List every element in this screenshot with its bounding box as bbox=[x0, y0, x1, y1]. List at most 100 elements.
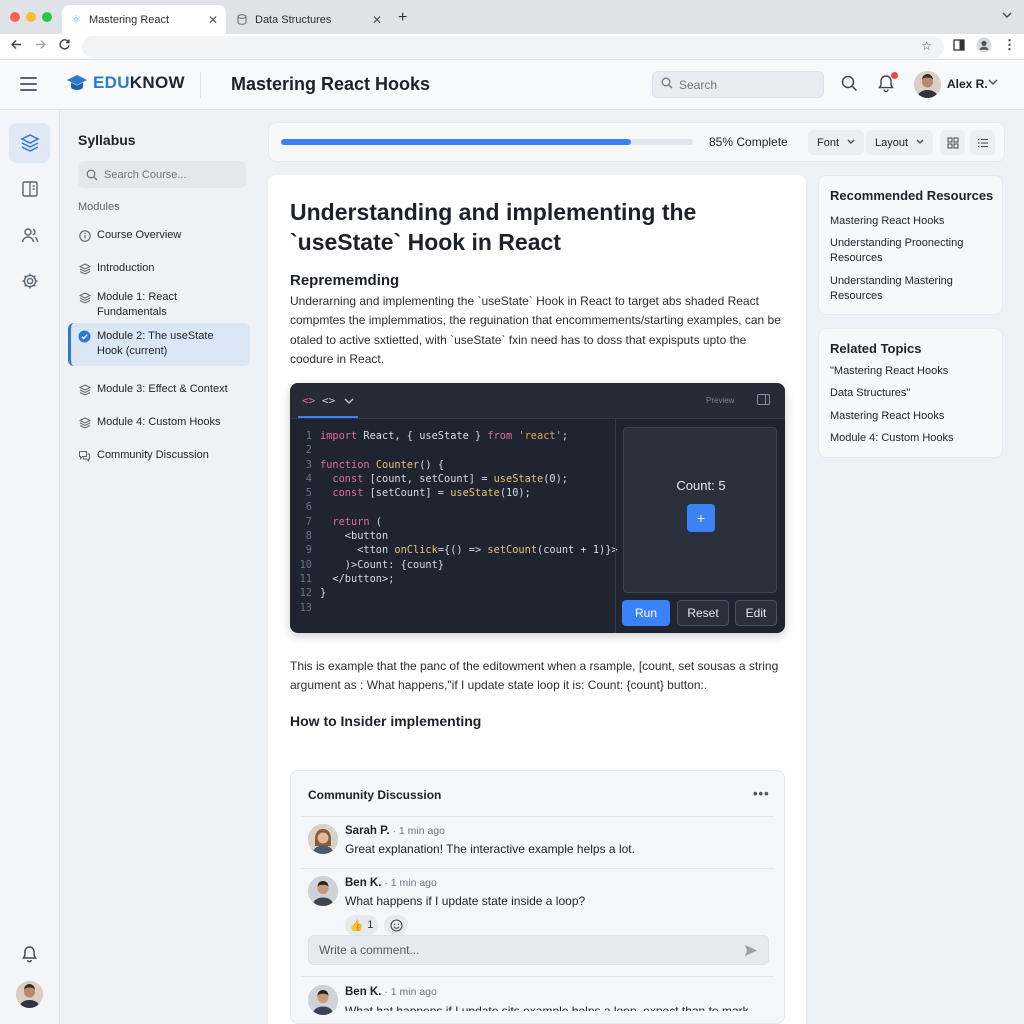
browser-menu-icon[interactable]: ⋮ bbox=[1003, 37, 1016, 53]
edit-button[interactable]: Edit bbox=[735, 600, 777, 626]
thumbs-up-icon: 👍 bbox=[349, 919, 364, 932]
close-tab-icon[interactable]: ✕ bbox=[208, 13, 218, 27]
modules-label: Modules bbox=[78, 201, 120, 213]
close-window-button[interactable] bbox=[10, 12, 20, 22]
users-icon bbox=[21, 228, 38, 243]
database-icon bbox=[236, 14, 248, 26]
discussion-title: Community Discussion bbox=[308, 788, 442, 802]
url-input[interactable]: ☆ bbox=[82, 36, 944, 58]
code-icon[interactable]: <> bbox=[302, 394, 315, 407]
syllabus-item-label: Module 1: React Fundamentals bbox=[97, 291, 178, 318]
user-avatar[interactable] bbox=[914, 71, 941, 98]
layout-dropdown[interactable]: Layout bbox=[866, 130, 934, 155]
tab-menu-chevron-icon[interactable] bbox=[1002, 10, 1012, 22]
search-icon[interactable] bbox=[841, 75, 858, 97]
comment-input[interactable]: Write a comment... bbox=[308, 935, 769, 965]
related-topic-link[interactable]: "Mastering React Hooks bbox=[830, 364, 995, 379]
chat-icon bbox=[78, 449, 91, 462]
like-reaction-button[interactable]: 👍 1 bbox=[345, 915, 378, 935]
bell-icon bbox=[22, 946, 37, 963]
course-search-input[interactable]: Search Course... bbox=[78, 161, 246, 188]
info-icon bbox=[78, 229, 91, 242]
line-number: 13 bbox=[299, 601, 312, 614]
syllabus-item-label: Module 2: The useState Hook (current) bbox=[97, 330, 214, 357]
more-options-icon[interactable]: ••• bbox=[753, 786, 770, 801]
syllabus-item-module-1[interactable]: Module 1: React Fundamentals bbox=[68, 284, 250, 326]
run-button[interactable]: Run bbox=[622, 600, 670, 626]
rail-notes-button[interactable] bbox=[9, 169, 50, 209]
code-line: 4 const [count, setCount] = useState (0); bbox=[290, 472, 615, 486]
code-token: () { bbox=[419, 458, 445, 471]
commenter-avatar bbox=[308, 824, 338, 854]
list-view-button[interactable] bbox=[970, 130, 995, 155]
code-token: onClick bbox=[394, 544, 438, 557]
chevron-down-icon bbox=[916, 138, 924, 147]
profile-icon[interactable] bbox=[976, 37, 992, 56]
close-tab-icon[interactable]: ✕ bbox=[372, 13, 382, 27]
user-name[interactable]: Alex R. bbox=[947, 77, 988, 91]
line-number: 9 bbox=[305, 544, 312, 557]
comment-author: Sarah P. · 1 min ago bbox=[345, 825, 445, 837]
related-topic-link[interactable]: Mastering React Hooks bbox=[830, 409, 995, 424]
header-search-placeholder: Search bbox=[679, 77, 718, 92]
maximize-window-button[interactable] bbox=[42, 12, 52, 22]
code-editor[interactable]: <> <> Preview 1 import React, { useState … bbox=[290, 383, 785, 633]
browser-tab-data-structures[interactable]: Data Structures ✕ bbox=[228, 5, 390, 34]
syllabus-item-module-4[interactable]: Module 4: Custom Hooks bbox=[68, 409, 250, 436]
code-alt-icon[interactable]: <> bbox=[322, 394, 335, 407]
bookmark-star-icon[interactable]: ☆ bbox=[921, 39, 932, 53]
rail-courses-button[interactable] bbox=[9, 123, 50, 163]
code-line: 9 <tton onClick ={() => setCount (count + … bbox=[290, 543, 618, 557]
new-tab-icon[interactable]: + bbox=[398, 9, 407, 27]
resource-link[interactable]: Understanding Proonecting Resources bbox=[830, 236, 995, 266]
code-line: 2 bbox=[290, 443, 615, 457]
related-topic-link[interactable]: Data Structures" bbox=[830, 386, 995, 401]
syllabus-item-module-3[interactable]: Module 3: Effect & Context bbox=[68, 376, 250, 403]
minimize-window-button[interactable] bbox=[26, 12, 36, 22]
panel-toggle-icon[interactable] bbox=[757, 394, 770, 405]
grid-view-button[interactable] bbox=[940, 130, 965, 155]
notification-bell-icon[interactable] bbox=[877, 72, 898, 98]
browser-tab-mastering-react[interactable]: ⚛ Mastering React ✕ bbox=[62, 5, 226, 34]
related-topic-link[interactable]: Module 4: Custom Hooks bbox=[830, 431, 995, 446]
reload-icon[interactable] bbox=[58, 38, 71, 54]
header-search-input[interactable]: Search bbox=[652, 71, 824, 98]
syllabus-item-community-discussion[interactable]: Community Discussion bbox=[68, 442, 250, 469]
chevron-down-icon[interactable] bbox=[344, 395, 354, 408]
resource-link[interactable]: Mastering React Hooks bbox=[830, 214, 995, 229]
send-icon[interactable] bbox=[744, 944, 758, 960]
reset-button[interactable]: Reset bbox=[677, 600, 729, 626]
resource-link[interactable]: Understanding Mastering Resources bbox=[830, 274, 995, 304]
author-name: Ben K. bbox=[345, 986, 382, 998]
code-token: (10); bbox=[499, 487, 531, 500]
course-search-placeholder: Search Course... bbox=[104, 168, 187, 181]
hamburger-menu-icon[interactable] bbox=[20, 77, 37, 91]
rail-user-avatar[interactable] bbox=[16, 981, 43, 1008]
font-dropdown-label: Font bbox=[817, 136, 840, 149]
rail-notifications-button[interactable] bbox=[9, 934, 50, 974]
line-number: 6 bbox=[305, 501, 312, 514]
syllabus-item-module-2[interactable]: Module 2: The useState Hook (current) bbox=[68, 323, 250, 366]
eduknow-logo[interactable]: EDUKNOW bbox=[66, 73, 185, 93]
browser-tab-bar: ⚛ Mastering React ✕ Data Structures ✕ + bbox=[0, 0, 1024, 34]
user-menu-chevron-icon[interactable] bbox=[988, 78, 998, 89]
syllabus-item-course-overview[interactable]: Course Overview bbox=[68, 222, 250, 249]
recommended-resources-card: Recommended Resources Mastering React Ho… bbox=[818, 175, 1003, 315]
forward-arrow-icon[interactable] bbox=[34, 38, 47, 54]
syllabus-item-introduction[interactable]: Introduction bbox=[68, 255, 250, 282]
rail-settings-button[interactable] bbox=[9, 261, 50, 301]
layers-icon bbox=[19, 134, 40, 152]
related-topics-card: Related Topics "Mastering React Hooks Da… bbox=[818, 328, 1003, 458]
code-line: 1 import React, { useState } from 'react'… bbox=[290, 429, 615, 443]
preview-increment-button[interactable]: + bbox=[687, 504, 715, 532]
sidebar-panel-icon[interactable] bbox=[953, 39, 965, 54]
preview-label: Preview bbox=[706, 396, 735, 405]
back-arrow-icon[interactable] bbox=[10, 38, 23, 54]
progress-bar bbox=[281, 139, 693, 145]
comment-placeholder: Write a comment... bbox=[319, 943, 420, 957]
lesson-paragraph-2: This is example that the panc of the edi… bbox=[290, 659, 779, 692]
rail-community-button[interactable] bbox=[9, 215, 50, 255]
font-dropdown[interactable]: Font bbox=[808, 130, 865, 155]
code-area[interactable]: 1 import React, { useState } from 'react'… bbox=[290, 429, 618, 615]
add-reaction-button[interactable] bbox=[384, 915, 408, 935]
